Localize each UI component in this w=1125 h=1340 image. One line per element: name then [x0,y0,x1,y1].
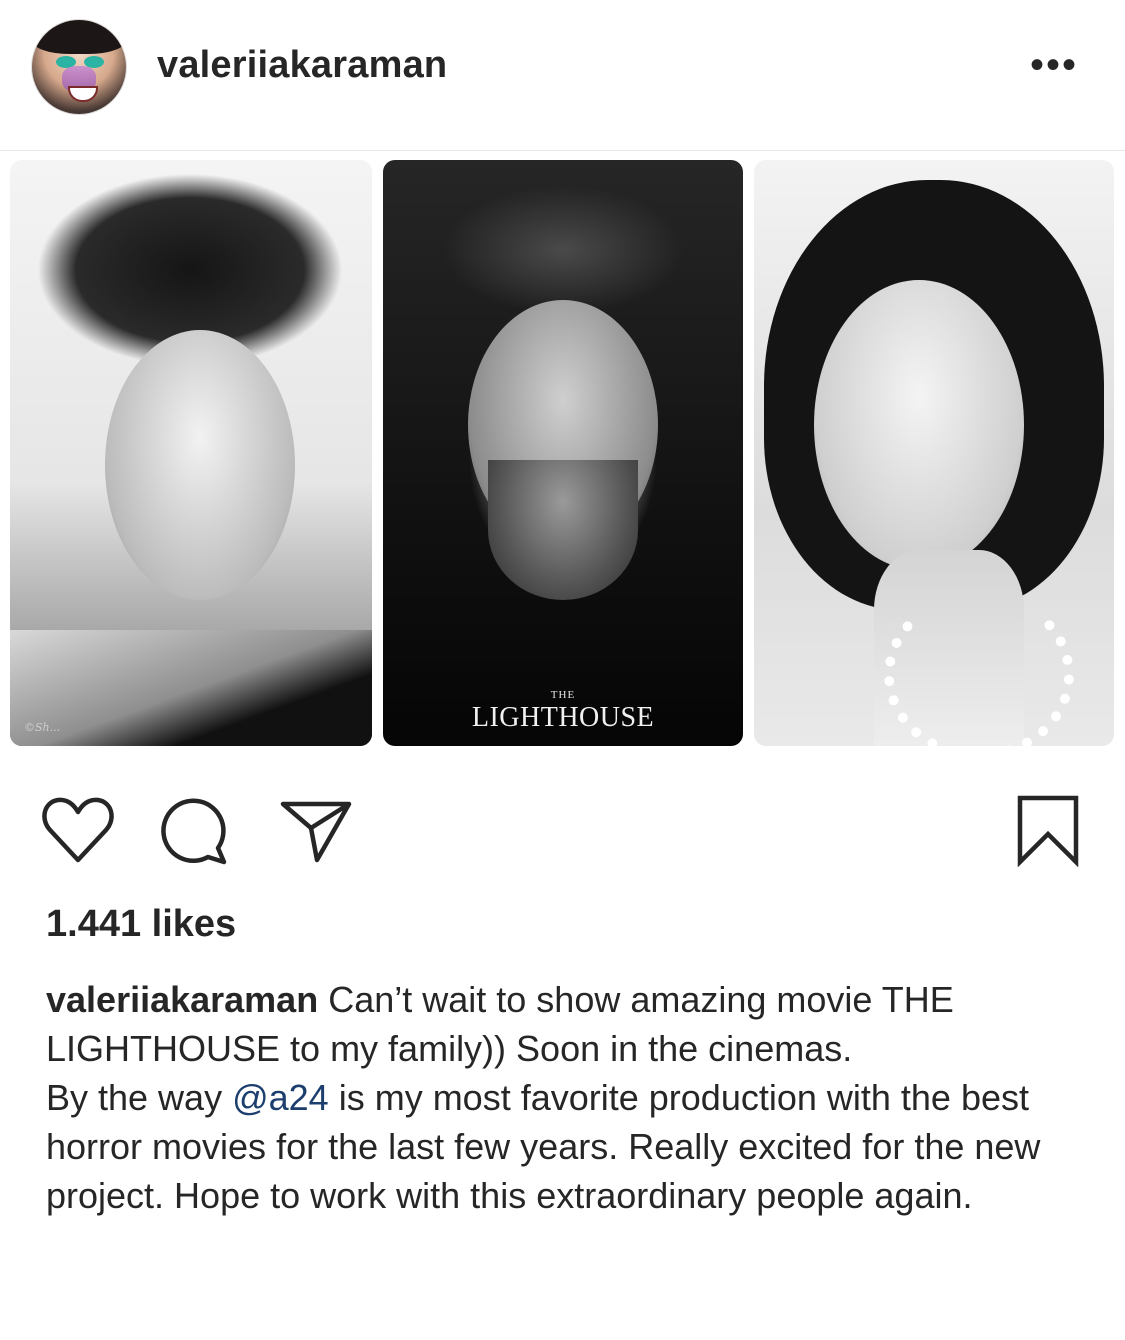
poster-the-text: THE [550,689,576,701]
post-caption: valeriiakaraman Can’t wait to show amazi… [46,975,1086,1220]
photo-center-poster: THE LIGHTHOUSE [383,160,743,746]
likes-count[interactable]: 1.441 likes [46,903,236,946]
bookmark-icon[interactable] [1008,790,1088,870]
post-image-collage[interactable]: ©Sh... THE LIGHTHOUSE [0,158,1125,750]
share-icon[interactable] [275,790,355,870]
avatar[interactable] [32,20,126,114]
photo-left-portrait: ©Sh... [10,160,372,746]
heart-icon[interactable] [38,790,118,870]
mention-link[interactable]: @a24 [232,1077,329,1118]
caption-paragraph-1: valeriiakaraman Can’t wait to show amazi… [46,975,1086,1073]
caption-text-2-start: By the way [46,1077,233,1118]
poster-title: LIGHTHOUSE [471,702,655,733]
post-header: valeriiakaraman ••• [0,0,1125,151]
photo-watermark: ©Sh... [24,721,61,734]
caption-username[interactable]: valeriiakaraman [46,979,318,1020]
comment-icon[interactable] [156,790,236,870]
more-icon[interactable]: ••• [1030,45,1090,85]
photo-right-portrait [754,160,1114,746]
caption-paragraph-2: By the way @a24 is my most favorite prod… [46,1073,1086,1220]
post-username[interactable]: valeriiakaraman [157,44,447,87]
action-bar [0,790,1125,870]
